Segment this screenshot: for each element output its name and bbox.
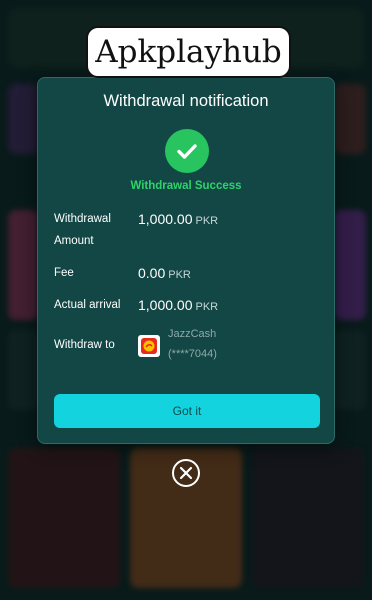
close-circle-icon[interactable] — [172, 459, 200, 487]
withdraw-to-label: Withdraw to — [54, 339, 115, 351]
wallet-account: (****7044) — [168, 348, 217, 360]
fee-value: 0.00 PKR — [138, 265, 191, 281]
dialog-title: Withdrawal notification — [103, 92, 269, 110]
wallet-name: JazzCash — [168, 328, 217, 340]
got-it-button[interactable]: Got it — [54, 394, 320, 428]
actual-arrival-label: Actual arrival — [54, 299, 121, 311]
fee-label: Fee — [54, 267, 74, 279]
actual-arrival-value: 1,000.00 PKR — [138, 297, 219, 313]
withdrawal-amount-label: Withdrawal Amount — [54, 213, 111, 247]
watermark-label: Apkplayhub — [86, 26, 291, 78]
withdrawal-notification-dialog: Withdrawal notification Withdrawal Succe… — [37, 77, 335, 444]
check-circle-icon — [165, 129, 209, 173]
withdrawal-amount-value: 1,000.00 PKR — [138, 211, 219, 227]
withdrawal-status-text: Withdrawal Success — [130, 180, 242, 192]
jazzcash-logo-icon — [138, 335, 160, 357]
